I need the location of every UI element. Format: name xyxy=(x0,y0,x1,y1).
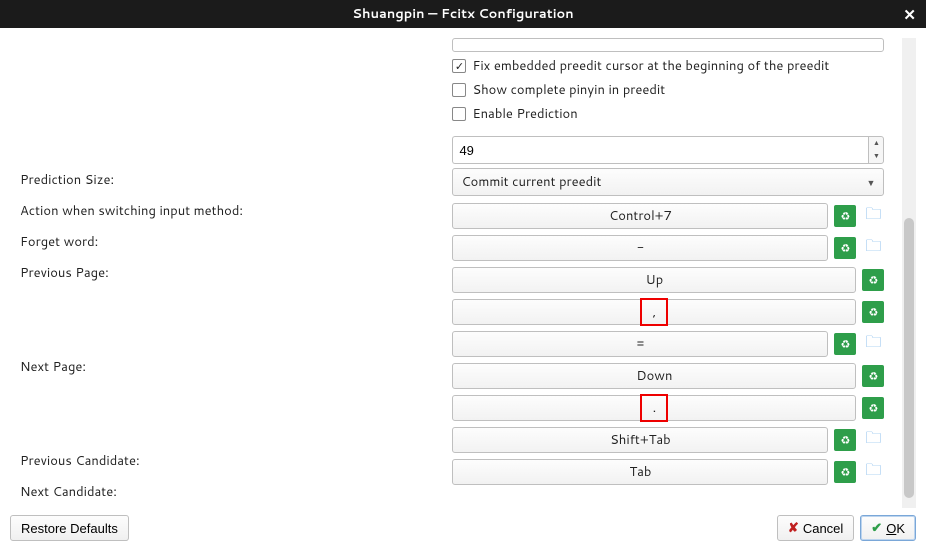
label-prev-page: Previous Page: xyxy=(20,258,436,289)
prediction-size-input[interactable] xyxy=(452,136,868,164)
label-prev-candidate: Previous Candidate: xyxy=(20,445,436,476)
label-next-page: Next Page: xyxy=(20,352,436,383)
chevron-down-icon: ▼ xyxy=(867,176,876,189)
ok-button[interactable]: ✔OK xyxy=(860,515,916,541)
title-bar: Shuangpin — Fcitx Configuration ✕ xyxy=(0,0,926,28)
folder-icon[interactable] xyxy=(862,333,884,355)
ok-icon: ✔ xyxy=(871,520,882,536)
switch-action-combo[interactable]: Commit current preedit ▼ xyxy=(452,168,884,196)
folder-icon[interactable] xyxy=(862,237,884,259)
field-column: Fix embedded preedit cursor at the begin… xyxy=(452,38,884,508)
checkbox-enable-prediction[interactable]: Enable Prediction xyxy=(452,102,884,126)
cancel-button[interactable]: ✘Cancel xyxy=(777,515,854,541)
clipped-control[interactable] xyxy=(452,38,884,52)
label-column: Prediction Size: Action when switching i… xyxy=(10,38,436,508)
key-button[interactable]: Up xyxy=(452,267,856,293)
combo-value: Commit current preedit xyxy=(461,173,601,191)
reset-icon[interactable] xyxy=(862,301,884,323)
highlight-box xyxy=(640,298,668,326)
reset-icon[interactable] xyxy=(834,461,856,483)
key-row-next-page-3: . xyxy=(452,392,884,424)
key-button[interactable]: Down xyxy=(452,363,856,389)
checkbox-icon[interactable] xyxy=(452,83,466,97)
reset-icon[interactable] xyxy=(834,237,856,259)
key-row-prev-page-1: - xyxy=(452,232,884,264)
label-next-candidate: Next Candidate: xyxy=(20,477,436,508)
key-button[interactable]: Control+7 xyxy=(452,203,828,229)
prediction-size-spinner[interactable]: ▲▼ xyxy=(452,136,884,164)
close-icon[interactable]: ✕ xyxy=(903,4,916,25)
reset-icon[interactable] xyxy=(862,365,884,387)
label-forget-word: Forget word: xyxy=(20,227,436,258)
key-row-prev-page-2: Up xyxy=(452,264,884,296)
key-row-next-page-1: = xyxy=(452,328,884,360)
key-button[interactable]: - xyxy=(452,235,828,261)
key-button[interactable]: , xyxy=(452,299,856,325)
checkbox-fix-preedit[interactable]: Fix embedded preedit cursor at the begin… xyxy=(452,54,884,78)
checkbox-show-pinyin[interactable]: Show complete pinyin in preedit xyxy=(452,78,884,102)
cancel-icon: ✘ xyxy=(788,520,799,536)
key-row-next-candidate: Tab xyxy=(452,456,884,488)
label-prediction-size: Prediction Size: xyxy=(20,164,436,195)
checkbox-label: Fix embedded preedit cursor at the begin… xyxy=(472,57,829,75)
folder-icon[interactable] xyxy=(862,429,884,451)
folder-icon[interactable] xyxy=(862,205,884,227)
restore-defaults-button[interactable]: Restore Defaults xyxy=(10,515,129,541)
vertical-scrollbar[interactable] xyxy=(902,38,916,508)
reset-icon[interactable] xyxy=(834,429,856,451)
form-area: Prediction Size: Action when switching i… xyxy=(10,38,916,508)
reset-icon[interactable] xyxy=(834,205,856,227)
checkbox-label: Show complete pinyin in preedit xyxy=(472,81,665,99)
bottom-bar: Restore Defaults ✘Cancel ✔OK xyxy=(0,508,926,548)
key-row-next-page-2: Down xyxy=(452,360,884,392)
highlight-box xyxy=(640,394,668,422)
reset-icon[interactable] xyxy=(834,333,856,355)
checkbox-icon[interactable] xyxy=(452,59,466,73)
scrollbar-thumb[interactable] xyxy=(904,218,914,498)
key-button[interactable]: . xyxy=(452,395,856,421)
key-row-forget-word: Control+7 xyxy=(452,200,884,232)
checkbox-icon[interactable] xyxy=(452,107,466,121)
key-row-prev-candidate: Shift+Tab xyxy=(452,424,884,456)
key-button[interactable]: Tab xyxy=(452,459,828,485)
key-button[interactable]: = xyxy=(452,331,828,357)
reset-icon[interactable] xyxy=(862,269,884,291)
folder-icon[interactable] xyxy=(862,461,884,483)
label-switch-action: Action when switching input method: xyxy=(20,195,436,226)
spinner-arrows[interactable]: ▲▼ xyxy=(868,136,884,164)
content: Prediction Size: Action when switching i… xyxy=(0,28,926,508)
key-row-prev-page-3: , xyxy=(452,296,884,328)
window-title: Shuangpin — Fcitx Configuration xyxy=(352,5,573,23)
reset-icon[interactable] xyxy=(862,397,884,419)
checkbox-label: Enable Prediction xyxy=(472,105,577,123)
key-button[interactable]: Shift+Tab xyxy=(452,427,828,453)
